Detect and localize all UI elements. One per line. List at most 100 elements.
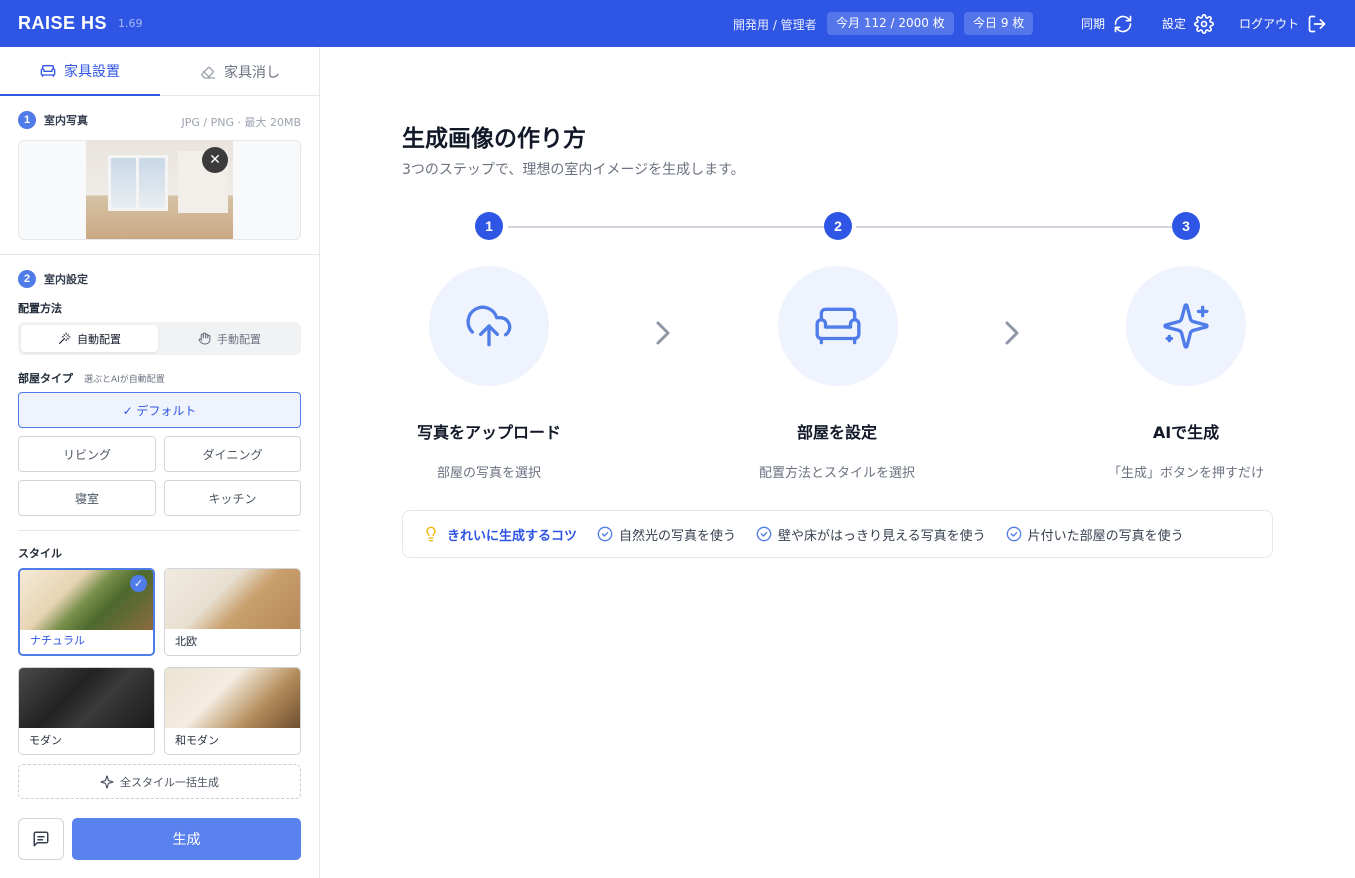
sparkles-icon (1163, 303, 1209, 349)
photo-dropzone[interactable]: ✕ (18, 140, 301, 240)
placement-method-label: 配置方法 (18, 302, 62, 315)
style-label: スタイル (18, 547, 62, 560)
step-number: 1 (475, 212, 503, 240)
step-connector (508, 226, 824, 228)
room-kitchen-button[interactable]: キッチン (164, 480, 301, 516)
style-name: ナチュラル (30, 634, 85, 647)
step-badge: 1 (18, 111, 36, 129)
style-name: 和モダン (175, 734, 219, 747)
divider (18, 530, 301, 531)
page-title: 生成画像の作り方 (402, 126, 586, 152)
step-title: 部屋を設定 (796, 423, 877, 442)
close-icon: ✕ (209, 152, 221, 168)
style-name: 北欧 (175, 635, 197, 648)
section-label: 室内設定 (44, 273, 88, 286)
step-description: 配置方法とスタイルを選択 (758, 466, 915, 481)
room-default-button[interactable]: ✓ デフォルト (18, 392, 301, 428)
tips-heading-label: きれいに生成するコツ (447, 528, 578, 544)
style-thumbnail (19, 668, 154, 728)
manual-placement-button[interactable]: 手動配置 (161, 325, 298, 352)
gear-icon (1194, 13, 1214, 34)
auto-placement-button[interactable]: 自動配置 (21, 325, 158, 352)
tips-bar: きれいに生成するコツ 自然光の写真を使う 壁や床がはっきり見える写真を使う 片付… (402, 510, 1273, 558)
settings-button[interactable]: 設定 (1162, 12, 1214, 35)
refresh-icon (1114, 15, 1132, 32)
room-living-button[interactable]: リビング (18, 436, 156, 472)
message-icon (33, 831, 49, 847)
section-photo-title: 1 室内写真 (18, 111, 88, 129)
section-room-title: 2 室内設定 (18, 270, 88, 288)
logout-icon (1308, 15, 1326, 32)
sofa-icon (815, 307, 861, 345)
tip-label: 壁や床がはっきり見える写真を使う (778, 528, 986, 544)
today-usage-badge: 今日 9 枚 (964, 12, 1034, 35)
step-number: 3 (1172, 212, 1200, 240)
tip-item: 壁や床がはっきり見える写真を使う (756, 525, 986, 544)
page-lead: 3つのステップで、理想の室内イメージを生成します。 (402, 162, 745, 178)
chevron-right-icon (656, 321, 670, 345)
hand-pointer-icon (198, 332, 211, 345)
option-label: 自動配置 (77, 332, 121, 346)
tip-item: 自然光の写真を使う (597, 525, 736, 544)
step-icon-circle (429, 266, 549, 386)
room-type-hint: 選ぶとAIが自動配置 (84, 375, 165, 385)
style-card-natural[interactable]: ✓ ナチュラル (18, 568, 155, 656)
style-thumbnail (165, 569, 300, 629)
cloud-upload-icon (466, 305, 512, 347)
style-thumbnail (165, 668, 300, 728)
option-label: 手動配置 (217, 332, 261, 346)
step-number: 2 (824, 212, 852, 240)
tab-place-furniture[interactable]: 家具設置 (0, 47, 160, 96)
tab-label: 家具消し (224, 64, 280, 81)
check-circle-icon (597, 526, 613, 542)
top-bar: RAISE HS 1.69 開発用 / 管理者 今月 112 / 2000 枚 … (0, 0, 1355, 47)
step-icon-circle (1126, 266, 1246, 386)
tip-item: 片付いた部屋の写真を使う (1006, 525, 1184, 544)
check-circle-icon (756, 526, 772, 542)
main-content: 生成画像の作り方 3つのステップで、理想の室内イメージを生成します。 1 2 3… (321, 47, 1355, 878)
step-description: 「生成」ボタンを押すだけ (1107, 466, 1264, 481)
step-title: AIで生成 (1152, 423, 1220, 442)
mode-tabs: 家具設置 家具消し (0, 47, 319, 96)
tab-remove-furniture[interactable]: 家具消し (160, 47, 320, 96)
style-card-nordic[interactable]: 北欧 (164, 568, 301, 656)
chevron-right-icon (1005, 321, 1019, 345)
eraser-icon (200, 66, 216, 79)
tab-label: 家具設置 (64, 63, 120, 80)
bulk-label: 全スタイル一括生成 (120, 775, 219, 789)
placement-method-toggle: 自動配置 手動配置 (18, 322, 301, 355)
generate-button[interactable]: 生成 (72, 818, 301, 860)
tip-label: 自然光の写真を使う (619, 528, 737, 544)
step-description: 部屋の写真を選択 (436, 466, 541, 481)
user-label: 開発用 / 管理者 (733, 18, 817, 32)
divider (0, 254, 319, 255)
step-icon-circle (778, 266, 898, 386)
step-badge: 2 (18, 270, 36, 288)
chat-button[interactable] (18, 818, 64, 860)
style-name: モダン (29, 734, 62, 747)
logout-button[interactable]: ログアウト (1239, 12, 1327, 35)
style-card-japanese-modern[interactable]: 和モダン (164, 667, 301, 755)
sofa-icon (40, 64, 56, 77)
room-type-label: 部屋タイプ (18, 372, 73, 385)
sparkles-icon (100, 775, 114, 788)
remove-photo-button[interactable]: ✕ (202, 147, 228, 173)
lightbulb-icon (426, 526, 436, 542)
logout-label: ログアウト (1239, 17, 1300, 31)
check-icon: ✓ (130, 575, 147, 592)
tips-heading: きれいに生成するコツ (423, 525, 577, 544)
settings-label: 設定 (1162, 17, 1187, 31)
brand-logo: RAISE HS (18, 13, 108, 33)
room-bedroom-button[interactable]: 寝室 (18, 480, 156, 516)
sync-button[interactable]: 同期 (1081, 12, 1133, 35)
check-circle-icon (1006, 526, 1021, 542)
room-dining-button[interactable]: ダイニング (164, 436, 301, 472)
magic-wand-icon (59, 332, 71, 344)
style-card-modern[interactable]: モダン (18, 667, 155, 755)
file-hint: JPG / PNG · 最大 20MB (181, 116, 301, 129)
version-label: 1.69 (118, 17, 143, 30)
month-usage-badge: 今月 112 / 2000 枚 (827, 12, 954, 35)
bulk-generate-button[interactable]: 全スタイル一括生成 (18, 764, 301, 799)
sync-label: 同期 (1081, 17, 1106, 31)
step-connector (856, 226, 1172, 228)
